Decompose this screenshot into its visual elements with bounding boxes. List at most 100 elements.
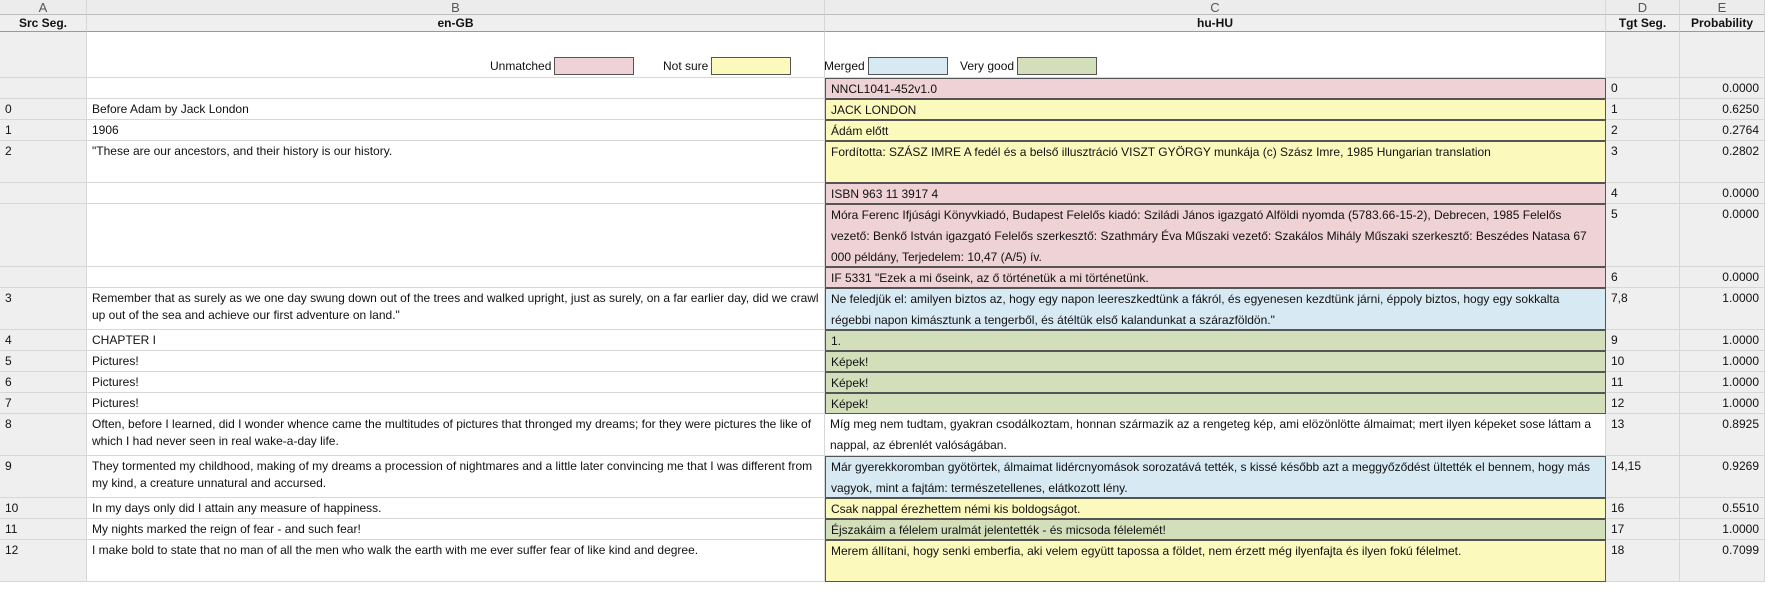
cell-en-gb[interactable]: "These are our ancestors, and their hist…	[87, 141, 825, 183]
column-letter-d[interactable]: D	[1606, 0, 1680, 15]
cell-probability[interactable]: 1.0000	[1680, 519, 1765, 540]
cell-tgt-seg[interactable]: 7,8	[1606, 288, 1680, 330]
cell-probability[interactable]: 0.5510	[1680, 498, 1765, 519]
cell-tgt-seg[interactable]: 2	[1606, 120, 1680, 141]
cell-hu-hu[interactable]: Képek!	[825, 372, 1606, 393]
cell-probability[interactable]: 0.0000	[1680, 204, 1765, 267]
cell-tgt-seg[interactable]: 17	[1606, 519, 1680, 540]
column-letter-e[interactable]: E	[1680, 0, 1765, 15]
cell-en-gb[interactable]	[87, 267, 825, 288]
cell-probability[interactable]: 1.0000	[1680, 372, 1765, 393]
cell-src-seg[interactable]: 5	[0, 351, 87, 372]
header-src-seg[interactable]: Src Seg.	[0, 15, 87, 32]
cell-src-seg[interactable]: 4	[0, 330, 87, 351]
cell-src-seg[interactable]: 12	[0, 540, 87, 582]
cell-en-gb[interactable]: CHAPTER I	[87, 330, 825, 351]
cell-hu-hu[interactable]: Képek!	[825, 393, 1606, 414]
cell-tgt-seg[interactable]: 18	[1606, 540, 1680, 582]
cell-hu-hu[interactable]: Éjszakáim a félelem uralmát jelentették …	[825, 519, 1606, 540]
cell-probability[interactable]: 0.0000	[1680, 78, 1765, 99]
column-letter-a[interactable]: A	[0, 0, 87, 15]
cell-en-gb[interactable]: 1906	[87, 120, 825, 141]
cell-src-seg[interactable]: 8	[0, 414, 87, 456]
cell-en-gb[interactable]: Remember that as surely as we one day sw…	[87, 288, 825, 330]
cell-src-seg[interactable]	[0, 183, 87, 204]
cell-hu-hu[interactable]: ISBN 963 11 3917 4	[825, 183, 1606, 204]
cell-hu-hu[interactable]: Míg meg nem tudtam, gyakran csodálkoztam…	[825, 414, 1606, 456]
cell-probability[interactable]: 0.2802	[1680, 141, 1765, 183]
cell-tgt-seg[interactable]: 0	[1606, 78, 1680, 99]
cell-tgt-seg[interactable]: 9	[1606, 330, 1680, 351]
cell-tgt-seg[interactable]: 13	[1606, 414, 1680, 456]
cell-en-gb[interactable]	[87, 78, 825, 99]
cell-probability[interactable]: 0.8925	[1680, 414, 1765, 456]
cell-probability[interactable]: 1.0000	[1680, 351, 1765, 372]
cell-src-seg[interactable]	[0, 78, 87, 99]
cell-src-seg[interactable]	[0, 204, 87, 267]
cell-tgt-seg[interactable]: 3	[1606, 141, 1680, 183]
cell-src-seg[interactable]: 10	[0, 498, 87, 519]
legend-swatch	[711, 57, 792, 75]
cell-src-seg[interactable]: 9	[0, 456, 87, 498]
cell-hu-hu[interactable]: Ne feledjük el: amilyen biztos az, hogy …	[825, 288, 1606, 330]
cell-probability[interactable]: 1.0000	[1680, 288, 1765, 330]
cell-src-seg[interactable]: 7	[0, 393, 87, 414]
cell-hu-hu[interactable]: IF 5331 "Ezek a mi őseink, az ő történet…	[825, 267, 1606, 288]
cell-probability[interactable]: 0.7099	[1680, 540, 1765, 582]
cell-src-seg[interactable]: 0	[0, 99, 87, 120]
cell-src-seg[interactable]	[0, 267, 87, 288]
cell-en-gb[interactable]: Often, before I learned, did I wonder wh…	[87, 414, 825, 456]
cell-en-gb[interactable]	[87, 183, 825, 204]
cell-en-gb[interactable]: Pictures!	[87, 393, 825, 414]
cell-tgt-seg[interactable]: 10	[1606, 351, 1680, 372]
cell-hu-hu[interactable]: Merem állítani, hogy senki emberfia, aki…	[825, 540, 1606, 582]
cell-hu-hu[interactable]: NNCL1041-452v1.0	[825, 78, 1606, 99]
cell-tgt-seg[interactable]: 1	[1606, 99, 1680, 120]
cell-src-seg[interactable]: 2	[0, 141, 87, 183]
cell-hu-hu[interactable]: Csak nappal érezhettem némi kis boldogsá…	[825, 498, 1606, 519]
data-rows: NNCL1041-452v1.0 0 0.0000 0 Before Adam by J…	[0, 78, 1775, 582]
cell-en-gb[interactable]: I make bold to state that no man of all …	[87, 540, 825, 582]
cell-tgt-seg[interactable]: 16	[1606, 498, 1680, 519]
cell-tgt-seg[interactable]: 14,15	[1606, 456, 1680, 498]
cell-hu-hu[interactable]: JACK LONDON	[825, 99, 1606, 120]
cell-probability[interactable]: 0.0000	[1680, 267, 1765, 288]
cell-hu-hu[interactable]: Fordította: SZÁSZ IMRE A fedél és a bels…	[825, 141, 1606, 183]
cell-probability[interactable]: 0.2764	[1680, 120, 1765, 141]
header-hu-hu[interactable]: hu-HU	[825, 15, 1606, 32]
legend-cell-a[interactable]	[0, 32, 87, 78]
cell-probability[interactable]: 1.0000	[1680, 330, 1765, 351]
cell-hu-hu[interactable]: Móra Ferenc Ifjúsági Könyvkiadó, Budapes…	[825, 204, 1606, 267]
cell-en-gb[interactable]: My nights marked the reign of fear - and…	[87, 519, 825, 540]
column-letter-b[interactable]: B	[87, 0, 825, 15]
cell-en-gb[interactable]: Pictures!	[87, 372, 825, 393]
cell-en-gb[interactable]: Pictures!	[87, 351, 825, 372]
cell-hu-hu[interactable]: Képek!	[825, 351, 1606, 372]
cell-probability[interactable]: 0.0000	[1680, 183, 1765, 204]
legend-cell-e[interactable]	[1680, 32, 1765, 78]
cell-probability[interactable]: 0.9269	[1680, 456, 1765, 498]
cell-src-seg[interactable]: 6	[0, 372, 87, 393]
cell-probability[interactable]: 1.0000	[1680, 393, 1765, 414]
cell-hu-hu[interactable]: Ádám előtt	[825, 120, 1606, 141]
cell-probability[interactable]: 0.6250	[1680, 99, 1765, 120]
cell-tgt-seg[interactable]: 5	[1606, 204, 1680, 267]
cell-en-gb[interactable]: In my days only did I attain any measure…	[87, 498, 825, 519]
cell-en-gb[interactable]: Before Adam by Jack London	[87, 99, 825, 120]
cell-src-seg[interactable]: 1	[0, 120, 87, 141]
cell-hu-hu[interactable]: Már gyerekkoromban gyötörtek, álmaimat l…	[825, 456, 1606, 498]
cell-tgt-seg[interactable]: 4	[1606, 183, 1680, 204]
header-tgt-seg[interactable]: Tgt Seg.	[1606, 15, 1680, 32]
cell-en-gb[interactable]	[87, 204, 825, 267]
cell-en-gb[interactable]: They tormented my childhood, making of m…	[87, 456, 825, 498]
column-letter-c[interactable]: C	[825, 0, 1606, 15]
cell-tgt-seg[interactable]: 11	[1606, 372, 1680, 393]
cell-src-seg[interactable]: 3	[0, 288, 87, 330]
header-en-gb[interactable]: en-GB	[87, 15, 825, 32]
cell-src-seg[interactable]: 11	[0, 519, 87, 540]
header-probability[interactable]: Probability	[1680, 15, 1765, 32]
cell-hu-hu[interactable]: 1.	[825, 330, 1606, 351]
legend-cell-d[interactable]	[1606, 32, 1680, 78]
cell-tgt-seg[interactable]: 6	[1606, 267, 1680, 288]
cell-tgt-seg[interactable]: 12	[1606, 393, 1680, 414]
